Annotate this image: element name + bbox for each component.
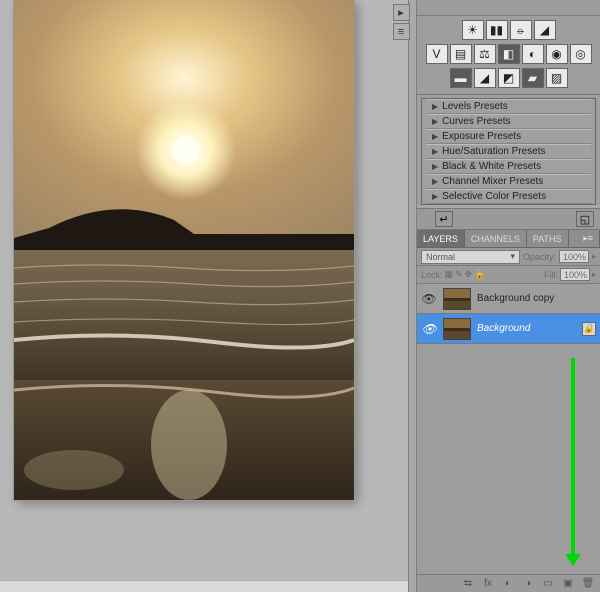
balance-icon[interactable]: ⚖: [474, 44, 496, 64]
photofilter-icon[interactable]: ◐: [522, 44, 544, 64]
collapse-icon[interactable]: ▸: [393, 4, 410, 21]
bw-icon[interactable]: ◧: [498, 44, 520, 64]
exposure-icon[interactable]: ◢: [534, 20, 556, 40]
lock-icon: 🔒: [582, 322, 596, 336]
adj-clip-icon[interactable]: ◱: [576, 211, 594, 227]
adjustments-header: [417, 0, 600, 16]
panel-menu-icon[interactable]: ▸≡: [577, 230, 600, 247]
hscrollbar[interactable]: [0, 580, 408, 592]
preset-bw[interactable]: ▶Black & White Presets: [426, 159, 591, 174]
lock-pixels-icon[interactable]: ✎: [455, 269, 463, 280]
panel-icon[interactable]: ≡: [393, 23, 410, 40]
vibrance-icon[interactable]: V: [426, 44, 448, 64]
layers-list: 👁 Background copy 👁 Background 🔒: [417, 284, 600, 574]
new-layer-icon[interactable]: ▣: [560, 577, 576, 591]
preset-levels[interactable]: ▶Levels Presets: [426, 99, 591, 114]
opacity-label: Opacity:: [523, 252, 556, 262]
trash-icon[interactable]: 🗑: [580, 577, 596, 591]
selective-icon[interactable]: ◎: [570, 44, 592, 64]
layer-name[interactable]: Background copy: [477, 293, 554, 304]
panel-divider[interactable]: [408, 0, 417, 592]
preset-selective[interactable]: ▶Selective Color Presets: [426, 189, 591, 204]
adj-footer: ↵ ◱: [417, 208, 600, 230]
document-window[interactable]: [14, 0, 354, 500]
lock-trans-icon[interactable]: ▦: [445, 269, 454, 280]
lock-row: Lock: ▦ ✎ ✥ 🔒 Fill: 100% ▸: [417, 266, 600, 284]
layer-bg-copy[interactable]: 👁 Background copy: [417, 284, 600, 314]
fill-input[interactable]: 100%: [560, 268, 590, 281]
adjustment-icon[interactable]: ◑: [520, 577, 536, 591]
tool-strip: ▸ ≡: [391, 0, 411, 40]
adj-row-3: ▬ ◢ ◩ ▰ ▨: [450, 68, 568, 88]
link-icon[interactable]: ⇆: [460, 577, 476, 591]
solidcolor-icon[interactable]: ▨: [546, 68, 568, 88]
opacity-input[interactable]: 100%: [559, 250, 589, 263]
panel-tabs: LAYERS CHANNELS PATHS ▸≡: [417, 230, 600, 248]
annotation-arrow: [571, 358, 575, 556]
document-image: [14, 0, 354, 500]
hue-icon[interactable]: ▤: [450, 44, 472, 64]
posterize-icon[interactable]: ◢: [474, 68, 496, 88]
layer-background[interactable]: 👁 Background 🔒: [417, 314, 600, 344]
channel-icon[interactable]: ◉: [546, 44, 568, 64]
layer-thumb: [443, 288, 471, 310]
lock-all-icon[interactable]: 🔒: [474, 269, 485, 280]
visibility-icon[interactable]: 👁: [421, 291, 437, 307]
layers-footer: ⇆ fx ◐ ◑ ▭ ▣ 🗑: [417, 574, 600, 592]
adj-return-icon[interactable]: ↵: [435, 211, 453, 227]
preset-curves[interactable]: ▶Curves Presets: [426, 114, 591, 129]
tab-layers[interactable]: LAYERS: [417, 230, 465, 247]
layers-panel: LAYERS CHANNELS PATHS ▸≡ Normal▾ Opacity…: [417, 230, 600, 592]
lock-position-icon[interactable]: ✥: [465, 269, 473, 280]
preset-exposure[interactable]: ▶Exposure Presets: [426, 129, 591, 144]
tab-channels[interactable]: CHANNELS: [465, 230, 527, 247]
adj-row-2: V ▤ ⚖ ◧ ◐ ◉ ◎: [426, 44, 592, 64]
layer-thumb: [443, 318, 471, 340]
adj-row-1: ☀ ▮▮ ⦵ ◢: [462, 20, 556, 40]
tab-paths[interactable]: PATHS: [527, 230, 569, 247]
layer-name[interactable]: Background: [477, 323, 530, 334]
preset-list: ▶Levels Presets ▶Curves Presets ▶Exposur…: [417, 94, 600, 205]
gradient-icon[interactable]: ▰: [522, 68, 544, 88]
lock-label: Lock:: [421, 270, 443, 280]
group-icon[interactable]: ▭: [540, 577, 556, 591]
preset-channel[interactable]: ▶Channel Mixer Presets: [426, 174, 591, 189]
preset-hue[interactable]: ▶Hue/Saturation Presets: [426, 144, 591, 159]
levels-icon[interactable]: ▮▮: [486, 20, 508, 40]
canvas-area: ▸ ≡: [0, 0, 408, 592]
invert-icon[interactable]: ▬: [450, 68, 472, 88]
blend-mode-select[interactable]: Normal▾: [421, 250, 520, 264]
visibility-icon[interactable]: 👁: [421, 321, 437, 337]
fill-label: Fill:: [544, 270, 558, 280]
blend-row: Normal▾ Opacity: 100% ▸: [417, 248, 600, 266]
curves-icon[interactable]: ⦵: [510, 20, 532, 40]
mask-icon[interactable]: ◐: [500, 577, 516, 591]
adjustments-panel: ☀ ▮▮ ⦵ ◢ V ▤ ⚖ ◧ ◐ ◉ ◎ ▬ ◢ ◩ ▰ ▨: [417, 0, 600, 230]
fx-icon[interactable]: fx: [480, 577, 496, 591]
brightness-icon[interactable]: ☀: [462, 20, 484, 40]
threshold-icon[interactable]: ◩: [498, 68, 520, 88]
